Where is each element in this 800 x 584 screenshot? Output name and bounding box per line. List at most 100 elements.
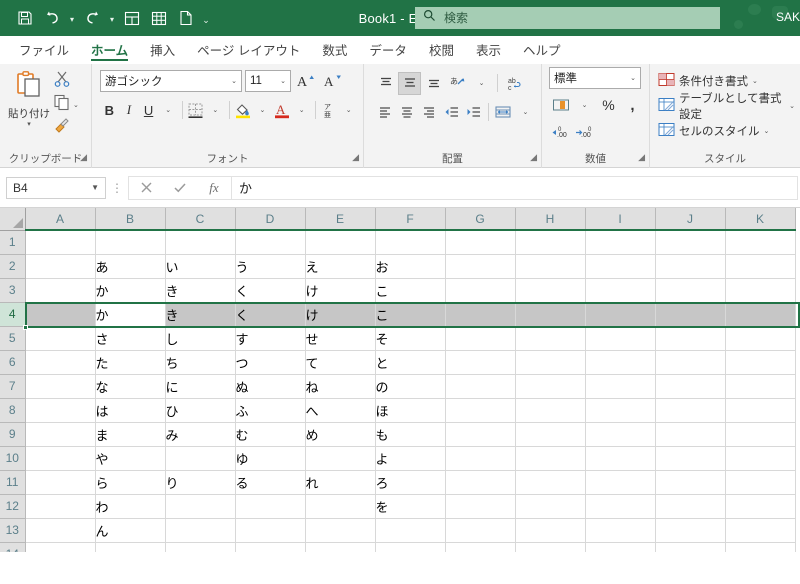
column-header-i[interactable]: I	[585, 208, 656, 231]
cell-F9[interactable]: も	[375, 422, 446, 447]
paste-dropdown-icon[interactable]: ▾	[27, 121, 31, 128]
cell-I6[interactable]	[585, 350, 656, 375]
cell-I10[interactable]	[585, 446, 656, 471]
cell-G5[interactable]	[445, 326, 516, 351]
confirm-edit-icon[interactable]	[163, 177, 197, 199]
cell-A10[interactable]	[25, 446, 96, 471]
cell-J4[interactable]	[655, 302, 726, 327]
tab-help[interactable]: ヘルプ	[512, 36, 572, 63]
tab-view[interactable]: 表示	[465, 36, 512, 63]
cell-H12[interactable]	[515, 494, 586, 519]
cell-D12[interactable]	[235, 494, 306, 519]
orientation-dropdown-icon[interactable]: ⌄	[470, 72, 493, 95]
cell-C13[interactable]	[165, 518, 236, 543]
increase-decimal-button[interactable]: .00 0	[573, 121, 596, 144]
cell-A3[interactable]	[25, 278, 96, 303]
column-header-f[interactable]: F	[375, 208, 446, 231]
clipboard-dialog-launcher[interactable]: ◢	[80, 149, 87, 166]
font-size-dropdown-icon[interactable]: ⌄	[280, 77, 286, 85]
cell-A7[interactable]	[25, 374, 96, 399]
cell-B8[interactable]: は	[95, 398, 166, 423]
font-color-dropdown-icon[interactable]: ⌄	[292, 99, 311, 121]
cell-I1[interactable]	[585, 230, 656, 255]
cell-K13[interactable]	[725, 518, 796, 543]
conditional-format-dropdown-icon[interactable]: ⌄	[752, 77, 758, 85]
cell-styles-button[interactable]: セルのスタイル ⌄	[658, 119, 795, 142]
redo-icon[interactable]	[79, 5, 105, 31]
row-header-8[interactable]: 8	[0, 398, 26, 423]
align-middle-button[interactable]	[398, 71, 421, 95]
cell-G10[interactable]	[445, 446, 516, 471]
cell-D4[interactable]: く	[235, 302, 306, 327]
cell-C3[interactable]: き	[165, 278, 236, 303]
cell-A13[interactable]	[25, 518, 96, 543]
column-header-c[interactable]: C	[165, 208, 236, 231]
customize-qat-icon[interactable]: ⌄	[200, 5, 212, 31]
cell-G7[interactable]	[445, 374, 516, 399]
save-icon[interactable]	[12, 5, 38, 31]
align-bottom-button[interactable]	[422, 72, 445, 95]
cell-C14[interactable]	[165, 542, 236, 552]
cell-K5[interactable]	[725, 326, 796, 351]
column-header-b[interactable]: B	[95, 208, 166, 231]
cell-G1[interactable]	[445, 230, 516, 255]
search-box[interactable]	[415, 7, 720, 29]
cell-K8[interactable]	[725, 398, 796, 423]
number-format-dropdown-icon[interactable]: ⌄	[630, 74, 636, 82]
cell-F3[interactable]: こ	[375, 278, 446, 303]
tab-formulas[interactable]: 数式	[311, 36, 358, 63]
cell-F11[interactable]: ろ	[375, 470, 446, 495]
cell-D9[interactable]: む	[235, 422, 306, 447]
row-header-10[interactable]: 10	[0, 446, 26, 471]
number-dialog-launcher[interactable]: ◢	[638, 149, 645, 166]
cell-C7[interactable]: に	[165, 374, 236, 399]
select-all-corner[interactable]	[0, 208, 26, 231]
row-header-1[interactable]: 1	[0, 230, 26, 255]
undo-dropdown-icon[interactable]: ▾	[66, 5, 78, 31]
cell-C10[interactable]	[165, 446, 236, 471]
increase-font-size-button[interactable]: A	[294, 70, 318, 92]
column-header-h[interactable]: H	[515, 208, 586, 231]
cell-H2[interactable]	[515, 254, 586, 279]
insert-function-icon[interactable]: fx	[197, 177, 231, 199]
tab-insert[interactable]: 挿入	[139, 36, 186, 63]
cell-C12[interactable]	[165, 494, 236, 519]
cell-I12[interactable]	[585, 494, 656, 519]
align-right-button[interactable]	[418, 101, 439, 124]
format-as-table-button[interactable]: テーブルとして書式設定 ⌄	[658, 93, 795, 121]
font-color-button[interactable]: A	[273, 99, 292, 121]
cell-F4[interactable]: こ	[375, 302, 446, 327]
phonetic-guide-button[interactable]: ア亜	[320, 99, 339, 121]
cell-I11[interactable]	[585, 470, 656, 495]
fill-color-button[interactable]	[233, 99, 252, 121]
cell-G4[interactable]	[445, 302, 516, 327]
cell-J1[interactable]	[655, 230, 726, 255]
cell-H1[interactable]	[515, 230, 586, 255]
cell-K9[interactable]	[725, 422, 796, 447]
cell-A6[interactable]	[25, 350, 96, 375]
row-header-9[interactable]: 9	[0, 422, 26, 447]
percent-format-button[interactable]: %	[597, 94, 620, 117]
cell-A4[interactable]	[25, 302, 96, 327]
cell-E5[interactable]: せ	[305, 326, 376, 351]
cell-K3[interactable]	[725, 278, 796, 303]
cell-C1[interactable]	[165, 230, 236, 255]
decrease-indent-button[interactable]	[440, 101, 461, 124]
font-dialog-launcher[interactable]: ◢	[352, 149, 359, 166]
cell-F5[interactable]: そ	[375, 326, 446, 351]
borders-button[interactable]	[186, 99, 205, 121]
cell-K12[interactable]	[725, 494, 796, 519]
cell-I13[interactable]	[585, 518, 656, 543]
cell-B13[interactable]: ん	[95, 518, 166, 543]
cell-D7[interactable]: ぬ	[235, 374, 306, 399]
decrease-font-size-button[interactable]: A	[321, 70, 345, 92]
cell-I3[interactable]	[585, 278, 656, 303]
cell-H9[interactable]	[515, 422, 586, 447]
cell-H6[interactable]	[515, 350, 586, 375]
cell-E4[interactable]: け	[305, 302, 376, 327]
cell-G14[interactable]	[445, 542, 516, 552]
align-center-button[interactable]	[396, 101, 417, 124]
table-icon[interactable]	[146, 5, 172, 31]
name-box[interactable]: B4 ▼	[6, 176, 106, 199]
cut-button[interactable]	[53, 71, 79, 92]
